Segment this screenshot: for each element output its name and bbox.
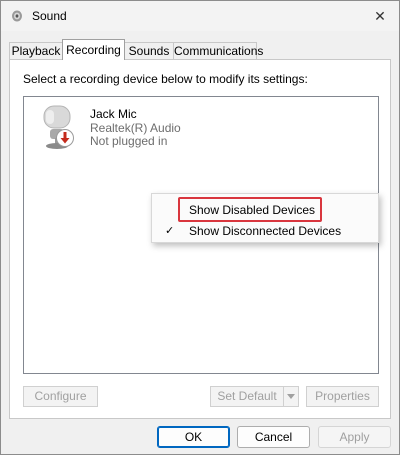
close-button[interactable]: ✕	[361, 1, 399, 31]
tab-label: Communications	[174, 44, 264, 58]
properties-button-label: Properties	[315, 389, 370, 403]
apply-button-label: Apply	[339, 430, 370, 444]
properties-button[interactable]: Properties	[306, 386, 379, 407]
check-icon: ✓	[165, 225, 175, 237]
cancel-button[interactable]: Cancel	[237, 426, 310, 448]
set-default-dropdown[interactable]	[283, 386, 299, 407]
ok-button[interactable]: OK	[157, 426, 230, 448]
device-status: Not plugged in	[90, 134, 168, 148]
context-menu: Show Disabled Devices ✓ Show Disconnecte…	[151, 193, 379, 243]
close-icon: ✕	[374, 7, 386, 24]
tab-sounds[interactable]: Sounds	[124, 42, 174, 59]
instruction-text: Select a recording device below to modif…	[23, 72, 308, 86]
window-title: Sound	[32, 9, 67, 23]
set-default-button[interactable]: Set Default	[210, 386, 284, 407]
tab-playback[interactable]: Playback	[9, 42, 63, 59]
apply-button[interactable]: Apply	[318, 426, 391, 448]
set-default-button-label: Set Default	[217, 389, 277, 403]
sound-dialog: Sound ✕ Playback Recording Sounds Commun…	[0, 0, 400, 455]
chevron-down-icon	[287, 394, 295, 399]
tab-label: Sounds	[128, 44, 170, 58]
cancel-button-label: Cancel	[254, 430, 293, 444]
speaker-icon	[12, 10, 22, 22]
device-driver: Realtek(R) Audio	[90, 121, 181, 135]
configure-button-label: Configure	[34, 389, 87, 403]
tab-label: Recording	[66, 43, 121, 57]
menu-item-show-disconnected[interactable]: ✓ Show Disconnected Devices	[152, 221, 378, 241]
tab-recording[interactable]: Recording	[62, 39, 125, 60]
tab-communications[interactable]: Communications	[173, 42, 263, 59]
device-item[interactable]: Jack Mic Realtek(R) Audio Not plugged in	[36, 102, 236, 152]
ok-button-label: OK	[184, 430, 203, 444]
menu-item-label: Show Disconnected Devices	[189, 224, 342, 238]
unplugged-arrow-icon	[56, 129, 74, 147]
title-bar: Sound ✕	[1, 1, 399, 31]
tab-label: Playback	[11, 44, 61, 58]
configure-button[interactable]: Configure	[23, 386, 98, 407]
device-name: Jack Mic	[90, 107, 137, 121]
highlight-box	[178, 197, 322, 222]
